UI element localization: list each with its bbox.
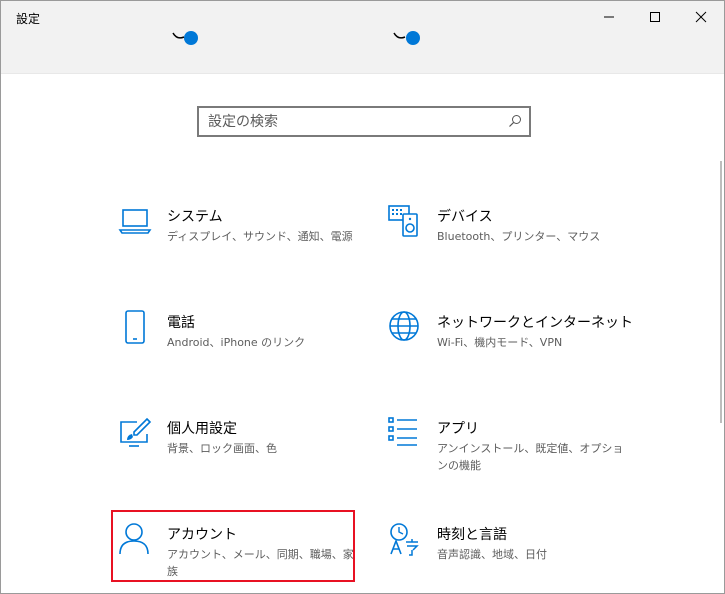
tile-network[interactable]: ネットワークとインターネット Wi-Fi、機内モード、VPN <box>387 310 633 380</box>
tile-system[interactable]: システム ディスプレイ、サウンド、通知、電源 <box>117 204 357 274</box>
account-header-band <box>1 31 724 74</box>
close-icon <box>695 11 707 23</box>
scrollbar[interactable] <box>720 161 722 423</box>
tile-time-language[interactable]: 時刻と言語 音声認識、地域、日付 <box>387 522 627 592</box>
link-glyph-icon <box>393 32 406 39</box>
tile-devices[interactable]: デバイス Bluetooth、プリンター、マウス <box>387 204 627 274</box>
tile-title: デバイス <box>437 209 493 225</box>
highlight-box <box>111 510 355 582</box>
maximize-icon <box>650 12 660 22</box>
window-title: 設定 <box>16 12 41 26</box>
tile-apps[interactable]: アプリ アンインストール、既定値、オプションの機能 <box>387 416 627 486</box>
tile-description: ディスプレイ、サウンド、通知、電源 <box>167 230 353 243</box>
search-box[interactable] <box>197 106 531 137</box>
devices-icon <box>388 205 418 237</box>
tile-title: 個人用設定 <box>167 421 237 437</box>
tile-description: 音声認識、地域、日付 <box>437 548 547 561</box>
phone-icon <box>125 310 145 344</box>
laptop-icon <box>118 209 152 234</box>
globe-icon <box>389 311 419 341</box>
apps-list-icon <box>388 417 417 446</box>
tile-description: Android、iPhone のリンク <box>167 336 306 349</box>
title-bar[interactable]: 設定 <box>1 1 724 33</box>
tile-title: システム <box>167 209 223 225</box>
minimize-icon <box>604 16 614 18</box>
tile-title: アプリ <box>437 421 479 437</box>
tile-description: Wi-Fi、機内モード、VPN <box>437 336 563 349</box>
tile-description: アンインストール、既定値、オプションの機能 <box>437 442 624 472</box>
tile-title: 時刻と言語 <box>437 527 507 543</box>
tile-personalization[interactable]: 個人用設定 背景、ロック画面、色 <box>117 416 357 486</box>
link-glyph-icon <box>172 32 185 39</box>
close-button[interactable] <box>678 1 724 33</box>
tile-phone[interactable]: 電話 Android、iPhone のリンク <box>117 310 357 380</box>
time-language-icon <box>390 523 419 556</box>
status-dot-icon <box>406 31 420 45</box>
personalization-icon <box>120 417 152 447</box>
tile-description: Bluetooth、プリンター、マウス <box>437 230 601 243</box>
tile-description: 背景、ロック画面、色 <box>167 442 277 455</box>
maximize-button[interactable] <box>632 1 678 33</box>
tile-title: ネットワークとインターネット <box>437 315 633 331</box>
settings-window: 設定 システム ディスプレイ、サウンド、通知、電源 <box>0 0 725 594</box>
search-icon[interactable] <box>508 114 522 128</box>
search-input[interactable] <box>199 108 499 135</box>
minimize-button[interactable] <box>586 1 632 33</box>
status-dot-icon <box>184 31 198 45</box>
tile-title: 電話 <box>167 315 195 331</box>
